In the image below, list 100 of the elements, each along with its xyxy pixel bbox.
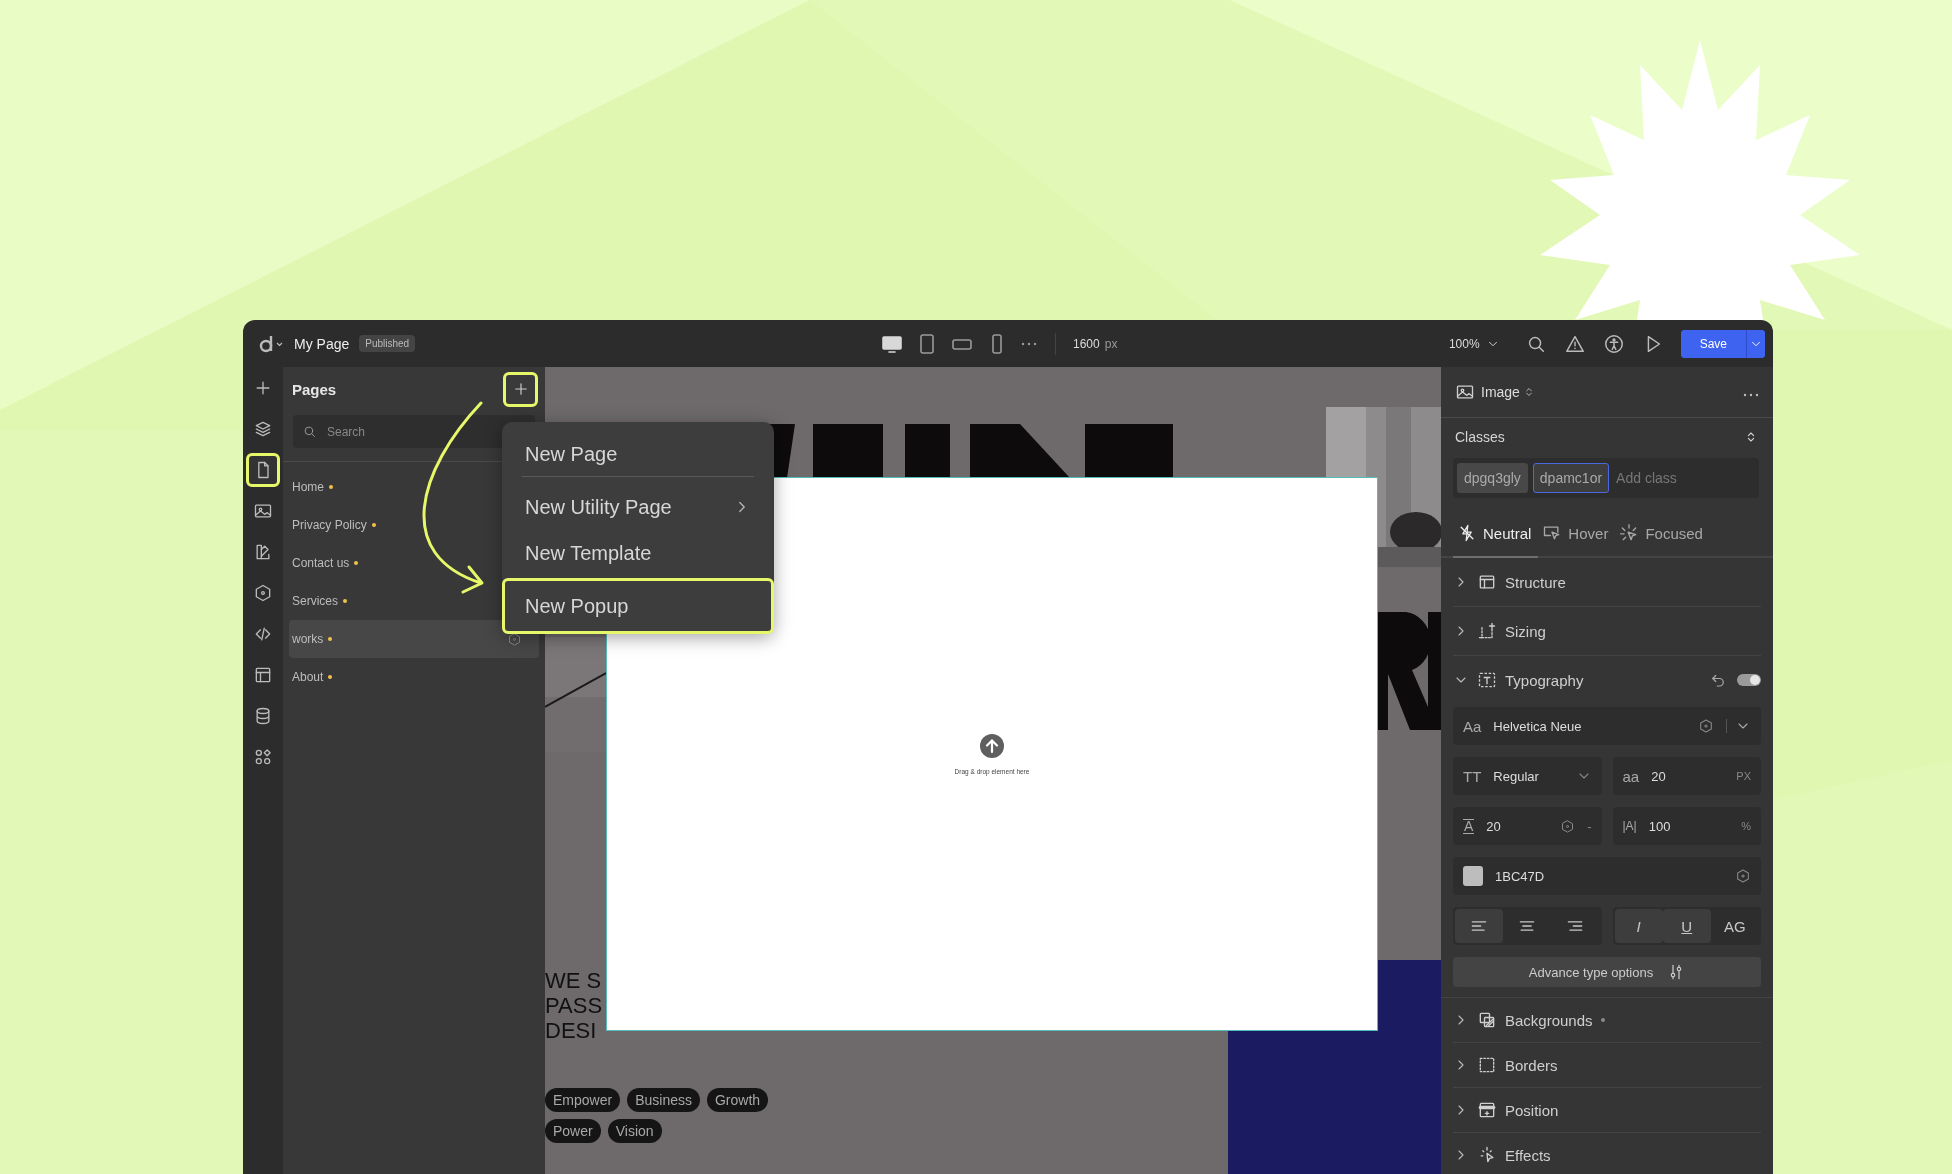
page-name: Home (292, 480, 324, 494)
classes-title: Classes (1455, 429, 1505, 445)
page-item[interactable]: About (283, 658, 539, 696)
color-swatch (1463, 866, 1483, 886)
caps-button[interactable]: AG (1710, 909, 1759, 943)
accessibility-icon (1602, 332, 1625, 355)
line-height-value: 20 (1486, 818, 1501, 834)
color-field[interactable]: 1BC47D (1453, 857, 1761, 895)
size-field[interactable]: aa 20 PX (1612, 757, 1761, 795)
font-glyph: Aa (1463, 717, 1482, 735)
tag: Growth (706, 1088, 769, 1112)
section-header[interactable]: Typography (1453, 665, 1761, 695)
status-badge: Published (359, 335, 416, 352)
size-unit: PX (1736, 770, 1751, 782)
save-options-button[interactable] (1746, 329, 1765, 358)
status-dot (329, 485, 333, 489)
more-icon (1020, 341, 1038, 346)
menu-item[interactable]: New Utility Page (502, 484, 774, 530)
element-type[interactable]: Image (1481, 384, 1520, 400)
rail-button[interactable] (246, 452, 280, 487)
status-dot (328, 637, 333, 641)
menu-item[interactable]: New Template (502, 530, 774, 576)
section-header[interactable]: Position (1453, 1088, 1761, 1133)
section-header[interactable]: Effects (1453, 1133, 1761, 1174)
tag: Vision (607, 1119, 662, 1143)
width-unit: px (1104, 336, 1118, 351)
page-name: works (292, 632, 324, 646)
state-tab[interactable]: Hover (1538, 510, 1616, 558)
section-label: Structure (1505, 573, 1566, 591)
section-header[interactable]: Backgrounds (1453, 998, 1761, 1043)
class-chip[interactable]: dpgq3gly (1457, 463, 1528, 493)
page-name: Contact us (292, 556, 350, 570)
spacing-unit: % (1741, 820, 1751, 832)
status-dot (371, 523, 376, 527)
size-value: 20 (1651, 768, 1666, 784)
page-name: Services (292, 594, 338, 608)
tag: Power (545, 1119, 601, 1143)
weight-dropdown[interactable]: TT Regular (1453, 757, 1602, 795)
more-icon (1743, 393, 1759, 397)
page-name: About (292, 670, 324, 684)
search-icon (302, 424, 317, 439)
line-height-field[interactable]: A 20 - (1453, 807, 1602, 845)
line-height-glyph: A (1463, 818, 1475, 834)
intro-text: PASS (545, 993, 603, 1018)
color-value: 1BC47D (1495, 868, 1545, 884)
section-label: Typography (1505, 671, 1584, 689)
section-label: Position (1505, 1101, 1559, 1119)
weight-glyph: TT (1463, 767, 1482, 785)
sizing-icon (1477, 621, 1497, 641)
page-item[interactable]: works (289, 620, 539, 658)
section-label: Effects (1505, 1146, 1551, 1164)
section-label: Backgrounds (1505, 1011, 1593, 1029)
add-page-button[interactable] (503, 371, 538, 407)
section-label: Sizing (1505, 622, 1546, 640)
section-header[interactable]: Borders (1453, 1043, 1761, 1088)
spacing-glyph: |A| (1622, 819, 1637, 833)
letter-spacing-field[interactable]: |A| 100 % (1612, 807, 1761, 845)
spacing-value: 100 (1648, 818, 1671, 834)
tag: Business (627, 1088, 700, 1112)
status-dot (354, 561, 359, 565)
page-title: My Page (294, 335, 350, 352)
font-name: Helvetica Neue (1493, 718, 1582, 734)
page-name: Privacy Policy (292, 518, 367, 532)
borders-icon (1477, 1055, 1497, 1075)
tag: Empower (545, 1088, 621, 1112)
hexagon-icon (1560, 818, 1576, 834)
section-header[interactable]: Sizing (1453, 607, 1761, 656)
section-label: Borders (1505, 1056, 1558, 1074)
text-box-icon (1477, 670, 1497, 690)
hexagon-icon (1735, 868, 1751, 884)
status-dot (328, 675, 333, 679)
position-icon (1477, 1100, 1497, 1120)
status-dot (343, 599, 347, 603)
italic-button[interactable]: I (1614, 909, 1663, 943)
logo-icon[interactable] (258, 333, 284, 354)
hexagon-icon (1698, 718, 1714, 734)
hexagon-icon (507, 631, 522, 647)
underline-button[interactable]: U (1662, 909, 1711, 943)
weight-value: Regular (1493, 768, 1539, 784)
state-tab[interactable]: Focused (1615, 510, 1710, 558)
state-tab[interactable]: Neutral (1453, 510, 1539, 558)
canvas-width[interactable]: 1600 (1073, 336, 1100, 351)
line-height-unit: - (1587, 818, 1592, 834)
size-glyph: aa (1622, 767, 1640, 785)
hexagon-icon (253, 582, 273, 603)
class-field[interactable]: dpgq3gly dpamc1or Add class (1453, 458, 1759, 498)
section-header[interactable]: Structure (1453, 558, 1761, 607)
align-button[interactable] (1455, 909, 1504, 943)
toggle-switch[interactable] (1737, 674, 1761, 686)
menu-item[interactable]: New Popup (502, 578, 774, 634)
advanced-type-button[interactable]: Advance type options (1453, 957, 1761, 987)
zoom-dropdown[interactable]: 100% (1448, 336, 1500, 351)
panel-title: Pages (292, 380, 337, 398)
apps-icon (253, 746, 273, 767)
intro-text: DESI (545, 1018, 598, 1043)
backgrounds-icon (1477, 1010, 1497, 1030)
font-dropdown[interactable]: Aa Helvetica Neue (1453, 707, 1761, 745)
intro-text: WE S (545, 968, 603, 993)
upload-icon (980, 733, 1004, 758)
class-chip[interactable]: dpamc1or (1532, 463, 1610, 493)
